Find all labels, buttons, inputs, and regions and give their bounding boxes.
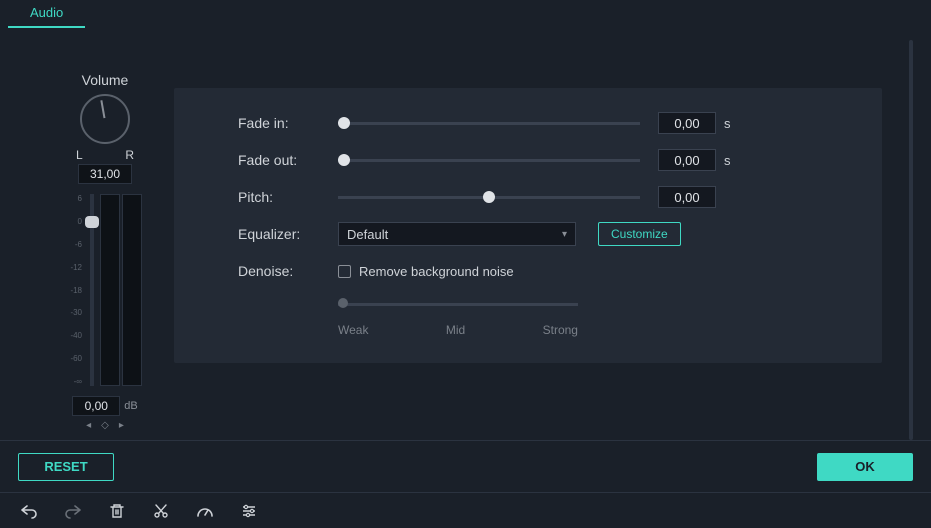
denoise-strong-label: Strong [543,323,578,337]
speed-icon[interactable] [196,502,214,520]
settings-panel: Fade in: s Fade out: s Pitch: Equalizer: [174,88,882,363]
pitch-input[interactable] [658,186,716,208]
pan-knob[interactable] [80,94,130,144]
next-icon[interactable]: ▸ [119,420,124,431]
volume-slider-thumb[interactable] [85,216,99,228]
fade-out-slider[interactable] [338,150,640,170]
fade-in-slider[interactable] [338,113,640,133]
main-area: Volume L R 31,00 6 0 -6 -12 -18 -30 -40 … [0,28,931,438]
denoise-checkbox[interactable] [338,265,351,278]
pan-value-input[interactable]: 31,00 [78,164,132,184]
redo-icon[interactable] [64,502,82,520]
chevron-down-icon: ▾ [562,229,567,240]
ok-button[interactable]: OK [817,453,913,481]
db-scale: 6 0 -6 -12 -18 -30 -40 -60 -∞ [68,194,84,386]
pitch-label: Pitch: [238,189,338,205]
equalizer-value: Default [347,227,388,242]
delete-icon[interactable] [108,502,126,520]
prev-icon[interactable]: ◂ [86,420,91,431]
undo-icon[interactable] [20,502,38,520]
db-unit: dB [124,400,137,412]
denoise-label: Denoise: [238,263,338,279]
volume-slider[interactable] [90,194,94,386]
bottom-toolbar [0,492,931,528]
keyframe-icon[interactable]: ◇ [101,420,109,431]
fade-out-unit: s [724,153,731,168]
fade-in-unit: s [724,116,731,131]
volume-meters: 6 0 -6 -12 -18 -30 -40 -60 -∞ [50,194,160,390]
denoise-mid-label: Mid [446,323,465,337]
pitch-slider[interactable] [338,187,640,207]
equalizer-label: Equalizer: [238,226,338,242]
meter-right [122,194,142,386]
pan-lr-labels: L R [76,148,134,162]
denoise-slider-thumb[interactable] [338,298,348,308]
customize-button[interactable]: Customize [598,222,681,246]
scrollbar[interactable] [909,40,913,440]
equalizer-select[interactable]: Default ▾ [338,222,576,246]
fade-in-input[interactable] [658,112,716,134]
volume-nav-icons: ◂ ◇ ▸ [50,420,160,431]
reset-button[interactable]: RESET [18,453,114,481]
db-value-input[interactable]: 0,00 [72,396,120,416]
footer: RESET OK [0,440,931,492]
fade-in-label: Fade in: [238,115,338,131]
settings-sliders-icon[interactable] [240,502,258,520]
denoise-checkbox-label: Remove background noise [359,264,514,279]
denoise-weak-label: Weak [338,323,368,337]
denoise-slider[interactable] [338,297,578,313]
fade-out-label: Fade out: [238,152,338,168]
meter-left [100,194,120,386]
denoise-scale-labels: Weak Mid Strong [338,323,578,337]
pan-right-label: R [125,148,134,162]
tab-audio[interactable]: Audio [8,0,85,28]
tab-bar: Audio [0,0,931,28]
volume-panel: Volume L R 31,00 6 0 -6 -12 -18 -30 -40 … [50,72,160,431]
cut-icon[interactable] [152,502,170,520]
fade-out-input[interactable] [658,149,716,171]
volume-title: Volume [50,72,160,88]
pan-left-label: L [76,148,83,162]
